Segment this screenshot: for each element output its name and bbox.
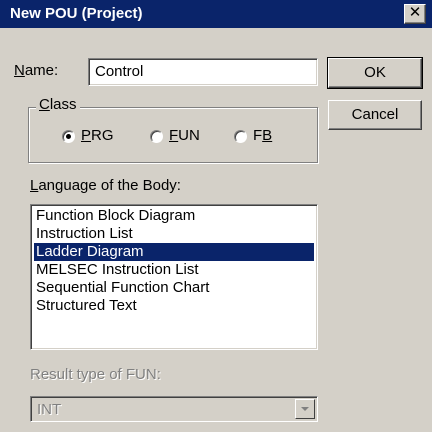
radio-prg[interactable]: PRG [62,127,114,147]
name-label: Name: [14,62,58,79]
title-bar[interactable]: New POU (Project) ✕ [0,0,432,28]
list-item[interactable]: MELSEC Instruction List [34,261,314,279]
name-input[interactable]: Control [88,58,318,86]
ok-button[interactable]: OK [327,57,423,89]
radio-checked-icon [62,129,75,143]
language-listbox[interactable]: Function Block Diagram Instruction List … [30,204,318,350]
result-type-label: Result type of FUN: [30,366,161,383]
class-legend-mnemonic: C [39,96,50,113]
class-legend-rest: lass [49,96,77,113]
list-item[interactable]: Instruction List [34,225,314,243]
result-type-combobox[interactable]: INT [30,396,318,422]
name-label-rest: ame: [24,62,59,79]
language-label-rest: anguage of the Body: [38,177,181,194]
close-icon[interactable]: ✕ [404,4,426,24]
window-title: New POU (Project) [10,5,143,22]
radio-fun-mnemonic: F [169,127,179,144]
list-item[interactable]: Structured Text [34,297,314,315]
new-pou-dialog: New POU (Project) ✕ Name: Control OK Can… [0,0,432,432]
list-item-selected[interactable]: Ladder Diagram [34,243,314,261]
radio-prg-post: RG [91,127,114,144]
name-label-mnemonic: N [14,62,25,79]
radio-fb-mnemonic: B [262,127,273,144]
chevron-down-icon[interactable] [295,399,315,419]
result-type-value: INT [37,401,62,418]
radio-unchecked-icon [234,129,247,143]
radio-unchecked-icon [150,129,163,143]
radio-fb-pre: F [253,127,263,144]
list-item[interactable]: Sequential Function Chart [34,279,314,297]
radio-fb[interactable]: FB [234,127,272,147]
radio-fun[interactable]: FUN [150,127,200,147]
language-label: Language of the Body: [30,177,181,194]
class-group-legend: Class [36,96,80,113]
radio-prg-mnemonic: P [81,127,92,144]
radio-fun-post: UN [178,127,200,144]
list-item[interactable]: Function Block Diagram [34,207,314,225]
cancel-button[interactable]: Cancel [328,100,422,130]
